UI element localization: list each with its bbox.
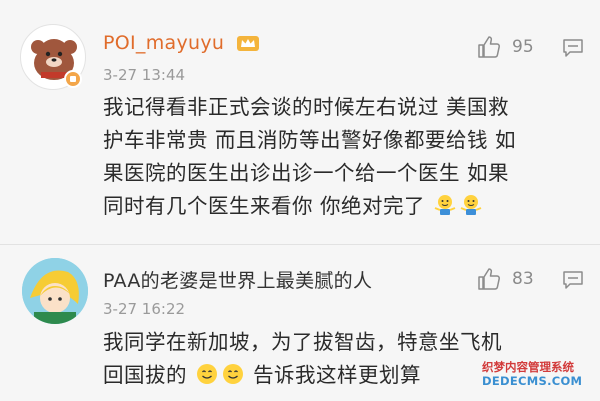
username[interactable]: PAA的老婆是世界上最美腻的人 xyxy=(103,266,372,293)
comment-text-line: 我同学在新加坡，为了拔智齿，特意坐飞机 xyxy=(103,330,502,354)
timestamp: 3-27 13:44 xyxy=(103,66,186,84)
like-count: 95 xyxy=(512,37,534,57)
shrug-emoji-icon xyxy=(434,195,456,215)
thumb-up-icon xyxy=(478,36,500,58)
comment-text-segment: 告诉我这样更划算 xyxy=(253,363,422,387)
comment-text-line: 同时有几个医生来看你 你绝对完了 xyxy=(103,194,426,218)
like-button[interactable]: 95 xyxy=(476,34,534,60)
smile-emoji-icon xyxy=(223,364,244,384)
watermark: 织梦内容管理系统 DEDECMS.COM xyxy=(482,360,582,388)
comment-item: POI_mayuyu 3-27 13:44 95 我记得看非正式会谈的时候左右说… xyxy=(0,0,600,245)
shrug-emoji-icon xyxy=(460,195,482,215)
comment-icon[interactable] xyxy=(562,270,584,290)
thumb-up-icon xyxy=(478,268,500,290)
avatar[interactable] xyxy=(22,258,88,324)
timestamp: 3-27 16:22 xyxy=(103,300,186,318)
like-button[interactable]: 83 xyxy=(476,266,534,292)
smile-emoji-icon xyxy=(197,364,218,384)
comment-text: 我同学在新加坡，为了拔智齿，特意坐飞机 回国拔的 告诉我这样更划算 xyxy=(103,326,543,392)
like-count: 83 xyxy=(512,269,534,289)
comment-text-line: 我记得看非正式会谈的时候左右说过 美国救 xyxy=(103,95,510,119)
watermark-line: DEDECMS.COM xyxy=(482,374,583,388)
crown-icon xyxy=(237,36,259,51)
verified-badge-icon xyxy=(64,70,82,88)
comment-text-line: 护车非常贵 而且消防等出警好像都要给钱 如 xyxy=(103,128,517,152)
comment-icon[interactable] xyxy=(562,38,584,58)
comment-text: 我记得看非正式会谈的时候左右说过 美国救 护车非常贵 而且消防等出警好像都要给钱… xyxy=(103,91,573,223)
username[interactable]: POI_mayuyu xyxy=(103,32,224,54)
watermark-line: 织梦内容管理系统 xyxy=(482,360,574,374)
comment-text-segment: 回国拔的 xyxy=(103,363,187,387)
comment-text-line: 果医院的医生出诊出诊一个给一个医生 如果 xyxy=(103,161,510,185)
